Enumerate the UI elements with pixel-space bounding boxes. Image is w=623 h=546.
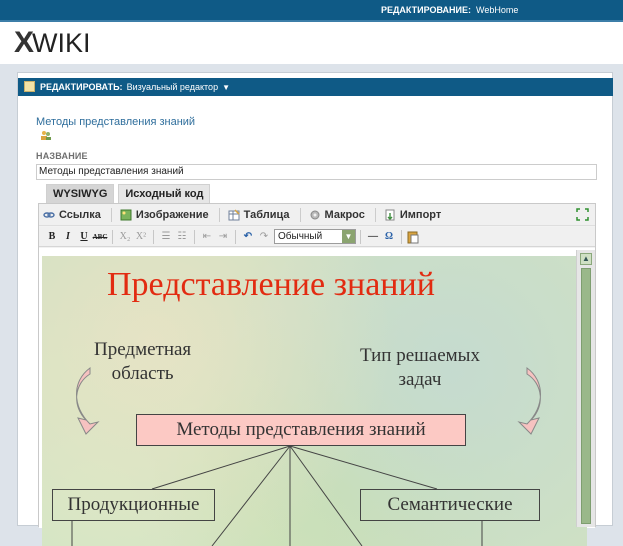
table-icon <box>228 208 240 220</box>
outdent-icon[interactable]: ⇤ <box>199 231 215 242</box>
title-field-label: НАЗВАНИЕ <box>36 151 88 161</box>
slide-image: Представление знаний Предметная область … <box>42 256 587 546</box>
import-button[interactable]: Импорт <box>384 209 441 221</box>
redo-icon[interactable]: ↷ <box>256 231 272 242</box>
semantic-box: Семантические <box>360 489 540 521</box>
table-button[interactable]: Таблица <box>228 209 290 221</box>
users-icon <box>41 131 51 140</box>
breadcrumb[interactable]: Методы представления знаний <box>36 116 195 128</box>
scrollbar-thumb[interactable] <box>581 268 591 524</box>
edit-mode-label: РЕДАКТИРОВАНИЕ: <box>380 5 471 15</box>
macro-button[interactable]: Макрос <box>309 209 365 221</box>
underline-button[interactable]: U <box>76 231 92 242</box>
task-type-line2: задач <box>398 369 442 390</box>
format-select[interactable]: Обычный ▼ <box>274 229 356 244</box>
task-type-line1: Тип решаемых <box>360 345 480 366</box>
pencil-icon <box>24 81 35 92</box>
logo-wiki: WIKI <box>32 27 91 58</box>
title-input[interactable]: Методы представления знаний <box>36 164 597 180</box>
link-icon <box>43 211 55 218</box>
italic-button[interactable]: I <box>60 231 76 242</box>
top-bar: РЕДАКТИРОВАНИЕ: WebHome <box>0 0 623 22</box>
fullscreen-icon[interactable] <box>576 208 589 221</box>
strikethrough-button[interactable]: ABC <box>92 233 108 241</box>
subject-area-line1: Предметная <box>94 339 192 360</box>
superscript-button[interactable]: X² <box>133 231 149 242</box>
edit-menu-bar[interactable]: РЕДАКТИРОВАТЬ: Визуальный редактор ▼ <box>18 78 613 96</box>
methods-box: Методы представления знаний <box>136 414 466 446</box>
wysiwyg-editor: Ссылка Изображение Таблица Макрос Импорт <box>38 203 596 546</box>
toolbar-separator <box>235 229 236 244</box>
toolbar-separator <box>218 207 220 222</box>
editor-content-area[interactable]: Представление знаний Предметная область … <box>39 248 595 546</box>
toolbar-separator <box>401 229 402 244</box>
subject-area-line2: область <box>111 363 174 384</box>
toolbar-separator <box>194 229 195 244</box>
toolbar-separator <box>112 229 113 244</box>
paste-icon[interactable] <box>406 230 420 244</box>
format-select-value: Обычный <box>278 231 323 242</box>
link-label: Ссылка <box>59 208 101 221</box>
toolbar-separator <box>153 229 154 244</box>
import-label: Импорт <box>399 208 442 221</box>
image-button[interactable]: Изображение <box>120 209 209 221</box>
chevron-down-icon: ▼ <box>342 230 355 243</box>
table-label: Таблица <box>243 208 290 221</box>
tab-wysiwyg[interactable]: WYSIWYG <box>46 184 115 203</box>
bulleted-list-icon[interactable]: ☰ <box>158 231 174 242</box>
logo-x: X <box>14 26 34 59</box>
image-icon <box>120 209 132 220</box>
macro-label: Макрос <box>324 208 365 221</box>
subject-area-label: Предметная область <box>94 338 191 386</box>
editor-tabs: WYSIWYG Исходный код <box>46 184 214 203</box>
edit-label: РЕДАКТИРОВАТЬ: <box>40 82 123 92</box>
document-name[interactable]: WebHome <box>476 5 518 15</box>
slide-title: Представление знаний <box>107 266 435 303</box>
undo-icon[interactable]: ↶ <box>240 231 256 242</box>
main-content: РЕДАКТИРОВАТЬ: Визуальный редактор ▼ Мет… <box>17 72 613 546</box>
production-box: Продукционные <box>52 489 215 521</box>
image-label: Изображение <box>135 208 209 221</box>
vertical-scrollbar[interactable]: ▲ <box>576 250 595 527</box>
format-toolbar: B I U ABC X₂ X² ☰ ☷ ⇤ ⇥ ↶ ↷ Обычный ▼ — … <box>39 227 595 247</box>
dropdown-arrow-icon[interactable]: ▼ <box>222 83 230 92</box>
gear-icon <box>310 210 320 219</box>
import-icon <box>385 209 395 220</box>
indent-icon[interactable]: ⇥ <box>215 231 231 242</box>
bold-button[interactable]: B <box>44 231 60 242</box>
toolbar-separator <box>374 207 376 222</box>
toolbar-separator <box>110 207 112 222</box>
special-character-icon[interactable]: Ω <box>381 231 397 242</box>
task-type-label: Тип решаемых задач <box>360 344 480 392</box>
subscript-button[interactable]: X₂ <box>117 231 133 242</box>
toolbar-separator <box>360 229 361 244</box>
horizontal-rule-icon[interactable]: — <box>365 231 381 242</box>
scroll-up-icon[interactable]: ▲ <box>580 253 592 265</box>
insert-toolbar: Ссылка Изображение Таблица Макрос Импорт <box>39 204 595 226</box>
brand-header: X WIKI <box>0 22 623 64</box>
numbered-list-icon[interactable]: ☷ <box>174 231 190 242</box>
xwiki-logo[interactable]: X WIKI <box>14 28 91 58</box>
toolbar-separator <box>299 207 301 222</box>
editor-name: Визуальный редактор <box>126 82 219 92</box>
tab-source[interactable]: Исходный код <box>118 184 211 203</box>
link-button[interactable]: Ссылка <box>43 209 101 221</box>
